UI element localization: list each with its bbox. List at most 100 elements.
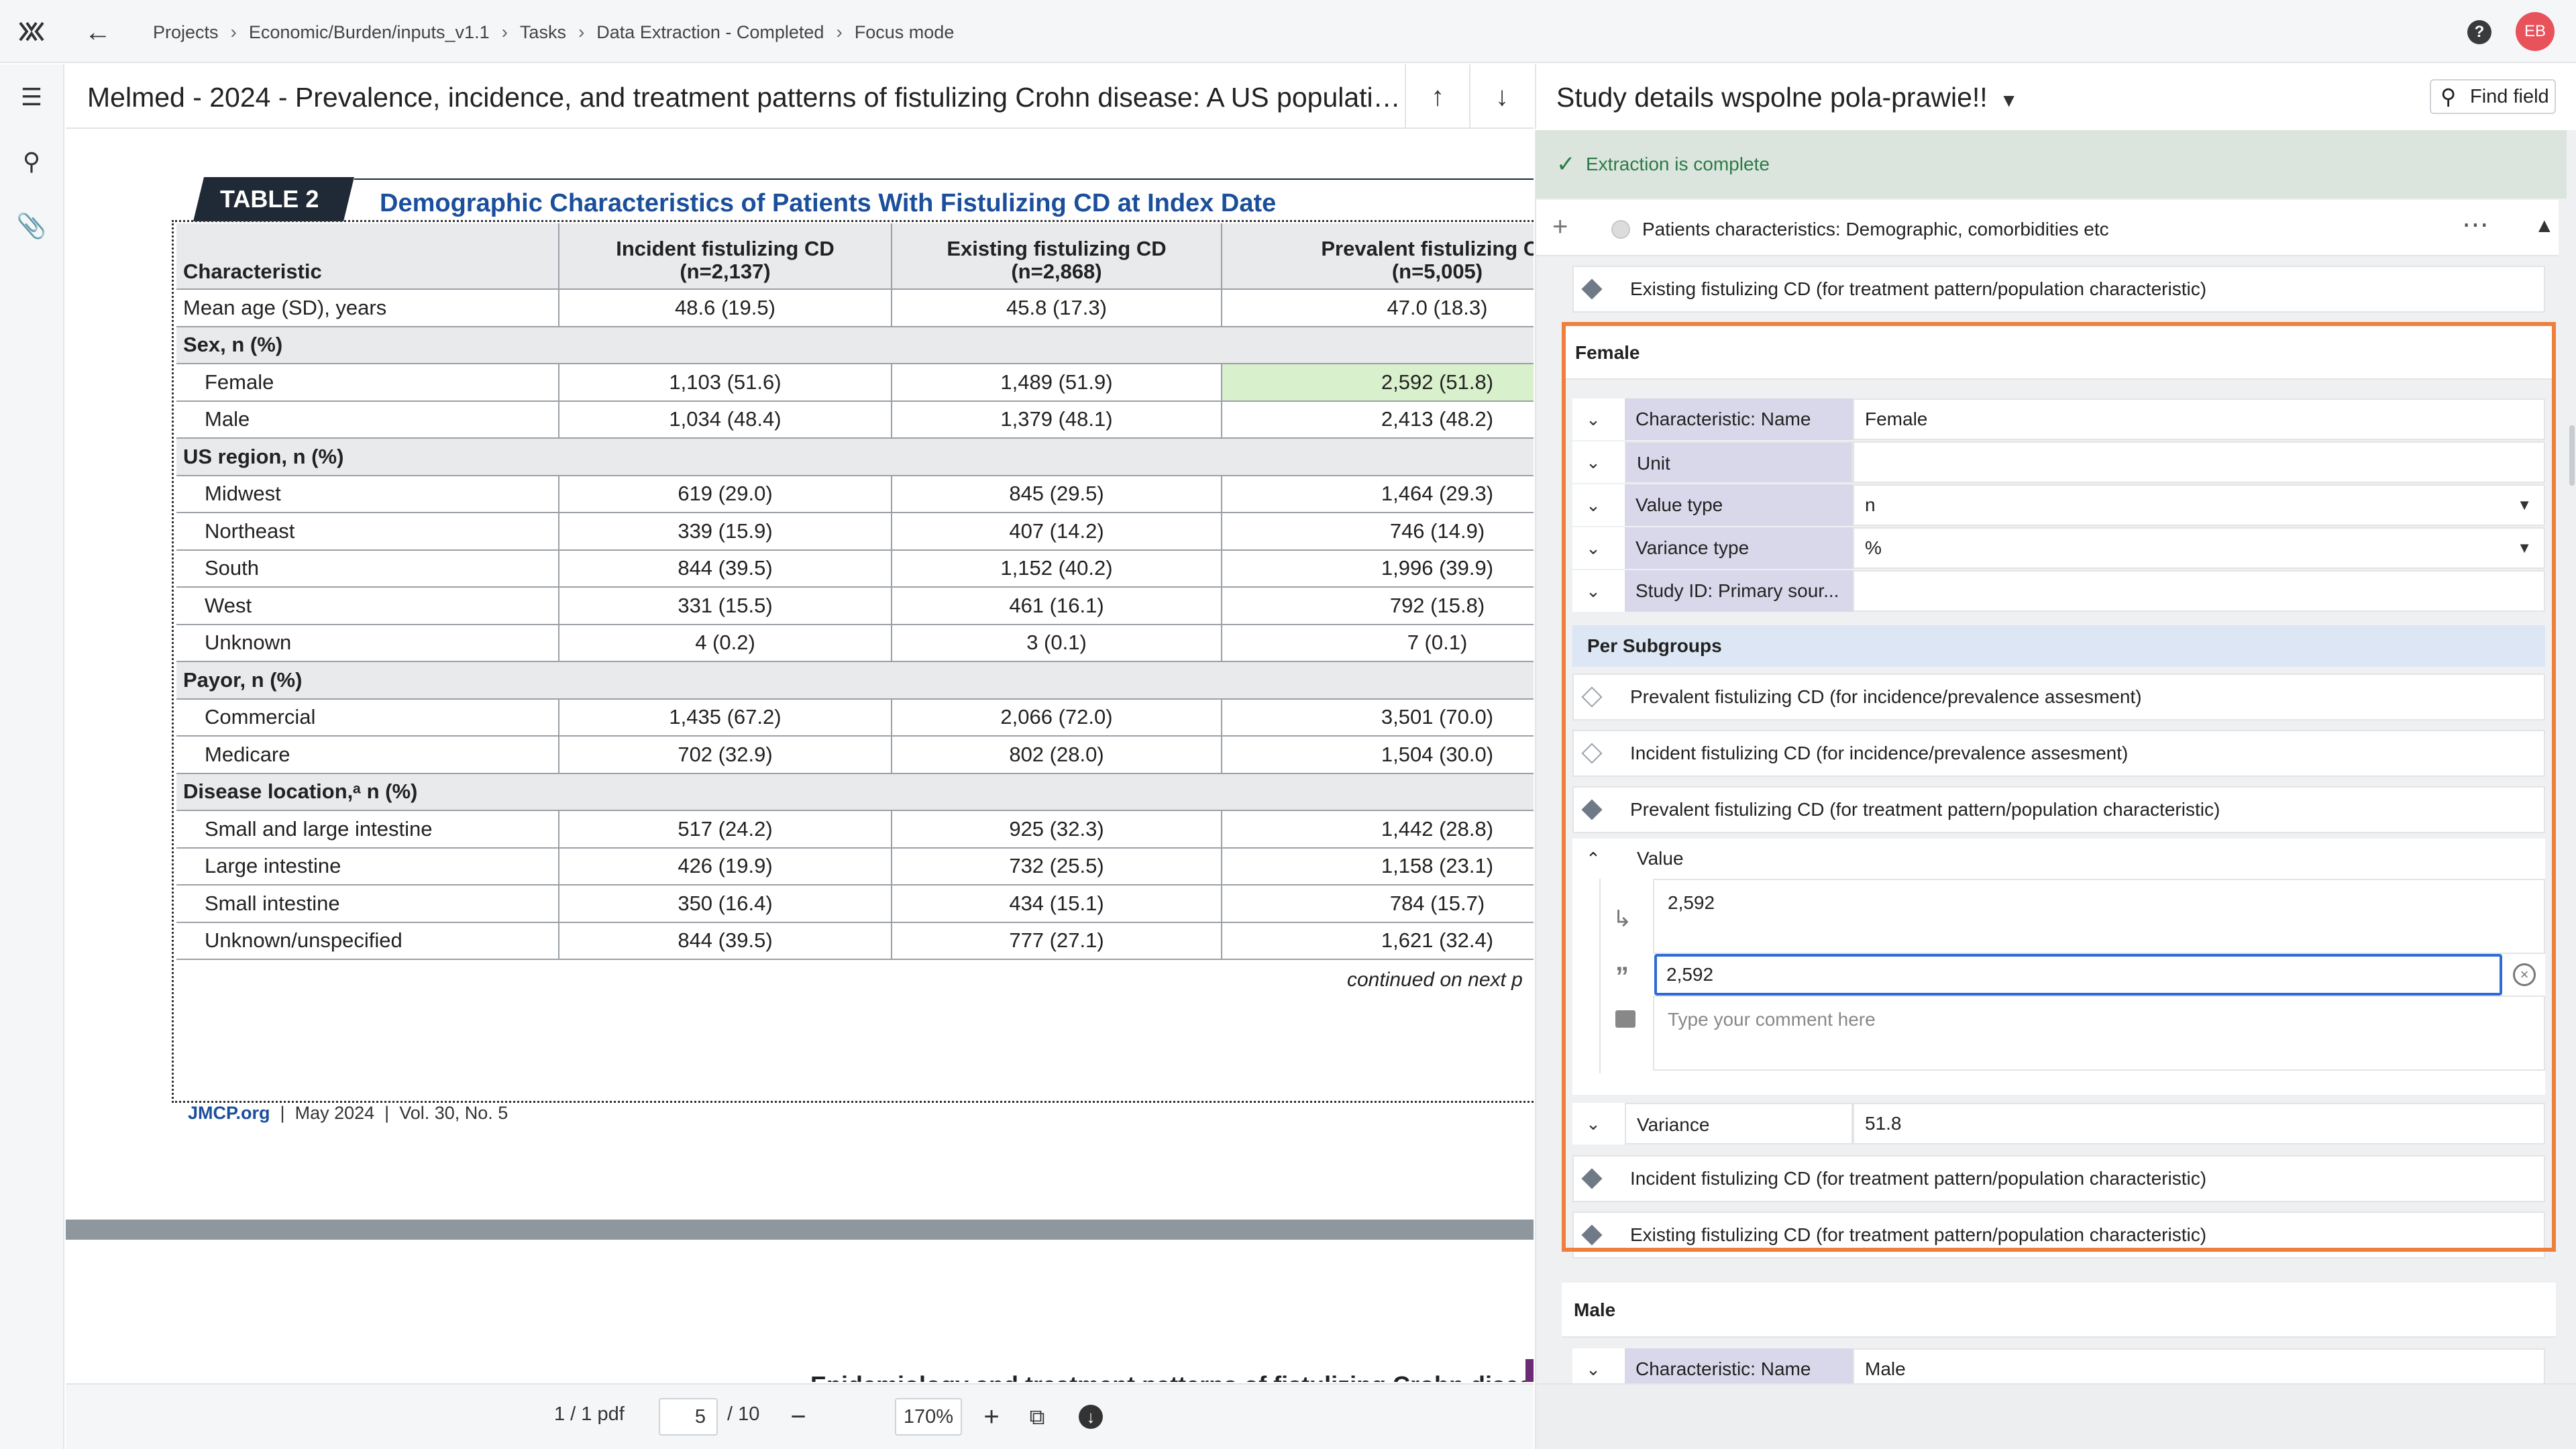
pdf-viewer[interactable]: TABLE 2 Demographic Characteristics of P… bbox=[66, 130, 1534, 1382]
list-icon[interactable]: ☰ bbox=[16, 82, 47, 113]
row-label: Mean age (SD), years bbox=[176, 289, 559, 327]
extraction-panel: ✓ Extraction is complete + Patients char… bbox=[1535, 130, 2576, 1449]
table-cell: 702 (32.9) bbox=[558, 736, 892, 774]
table-row: Medicare 702 (32.9) 802 (28.0) 1,504 (30.0) bbox=[176, 736, 1534, 774]
app-logo-icon[interactable] bbox=[16, 16, 47, 47]
table-cell: 777 (27.1) bbox=[891, 922, 1222, 960]
zoom-out-button[interactable]: − bbox=[780, 1398, 817, 1436]
row-group-label: US region, n (%) bbox=[176, 438, 1534, 476]
table-row: Small and large intestine 517 (24.2) 925 (… bbox=[176, 810, 1534, 849]
table-cell: 350 (16.4) bbox=[558, 885, 892, 923]
table-cell: 844 (39.5) bbox=[558, 922, 892, 960]
page-total: / 10 bbox=[727, 1403, 760, 1425]
table-cell: 2,413 (48.2) bbox=[1221, 400, 1534, 439]
table-cell: 1,504 (30.0) bbox=[1221, 736, 1534, 774]
row-label: Large intestine bbox=[176, 847, 559, 885]
panel-header: Study details wspolne pola-prawie!! ▼ ⚲ F… bbox=[1535, 64, 2576, 129]
left-rail: ☰ ⚲ 📎 ≡ bbox=[0, 64, 64, 1449]
breadcrumb-projects[interactable]: Projects bbox=[153, 22, 219, 43]
table-row: Female 1,103 (51.6) 1,489 (51.9) 2,592 (51.… bbox=[176, 364, 1534, 402]
paperclip-icon[interactable]: 📎 bbox=[16, 211, 47, 241]
column-header: Existing fistulizing CD (n=2,868) bbox=[891, 223, 1222, 290]
chevron-right-icon: › bbox=[230, 21, 237, 42]
plus-icon[interactable]: + bbox=[1552, 212, 1568, 242]
arrow-down-icon[interactable]: ↓ bbox=[1469, 64, 1534, 129]
table-cell: 1,996 (39.9) bbox=[1221, 549, 1534, 588]
table-cell: 784 (15.7) bbox=[1221, 885, 1534, 923]
footer-date: May 2024 bbox=[294, 1103, 375, 1123]
table-cell: 2,066 (72.0) bbox=[891, 698, 1222, 737]
table-row: Midwest 619 (29.0) 845 (29.5) 1,464 (29.3) bbox=[176, 475, 1534, 513]
check-icon: ✓ bbox=[1556, 152, 1576, 177]
table-label: TABLE 2 bbox=[193, 177, 354, 221]
table-cell: 732 (25.5) bbox=[891, 847, 1222, 885]
rotate-icon[interactable]: ⧉ bbox=[1018, 1398, 1056, 1436]
table-row: Sex, n (%) bbox=[176, 326, 1534, 364]
chevron-right-icon: › bbox=[578, 21, 585, 42]
user-avatar[interactable]: EB bbox=[2516, 12, 2555, 51]
breadcrumb-tasks[interactable]: Tasks bbox=[520, 22, 566, 43]
table-cell: 1,152 (40.2) bbox=[891, 549, 1222, 588]
status-banner: ✓ Extraction is complete bbox=[1536, 130, 2567, 199]
table-cell: 1,379 (48.1) bbox=[891, 400, 1222, 439]
breadcrumb-inputs[interactable]: Economic/Burden/inputs_v1.1 bbox=[249, 22, 490, 43]
breadcrumb-focus-mode: Focus mode bbox=[854, 21, 955, 42]
table-cell: 925 (32.3) bbox=[891, 810, 1222, 849]
table-cell: 3,501 (70.0) bbox=[1221, 698, 1534, 737]
table-row: Payor, n (%) bbox=[176, 661, 1534, 700]
pdf-toolbar: 1 / 1 pdf 5 / 10 − 170% + ⧉ ↓ bbox=[66, 1383, 1534, 1449]
table-cell: 47.0 (18.3) bbox=[1221, 289, 1534, 327]
card-title: Male bbox=[1562, 1283, 2556, 1338]
subgroup-item[interactable]: Existing fistulizing CD (for treatment p… bbox=[1572, 266, 2545, 313]
scrollbar[interactable] bbox=[2569, 425, 2575, 486]
table-cell: 339 (15.9) bbox=[558, 513, 892, 551]
table-row: Large intestine 426 (19.9) 732 (25.5) 1,158… bbox=[176, 847, 1534, 885]
row-label: South bbox=[176, 549, 559, 588]
page-number-input[interactable]: 5 bbox=[659, 1398, 718, 1436]
table-cell: 45.8 (17.3) bbox=[891, 289, 1222, 327]
panel-title[interactable]: Study details wspolne pola-prawie!! ▼ bbox=[1556, 82, 2018, 113]
row-label: Male bbox=[176, 400, 559, 439]
collapse-icon[interactable]: ▲ bbox=[2534, 215, 2555, 237]
row-label: Northeast bbox=[176, 513, 559, 551]
continued-note: continued on next p bbox=[1347, 969, 1523, 991]
table-row: US region, n (%) bbox=[176, 438, 1534, 476]
table-row: Mean age (SD), years 48.6 (19.5) 45.8 (17.… bbox=[176, 289, 1534, 327]
column-header: Incident fistulizing CD (n=2,137) bbox=[558, 223, 892, 290]
document-title: Melmed - 2024 - Prevalence, incidence, a… bbox=[87, 82, 1415, 113]
find-field-button[interactable]: ⚲ Find field bbox=[2430, 79, 2556, 114]
zoom-input[interactable]: 170% bbox=[895, 1398, 962, 1436]
breadcrumb-data-extraction[interactable]: Data Extraction - Completed bbox=[596, 22, 824, 43]
table-cell: 619 (29.0) bbox=[558, 475, 892, 513]
row-label: Midwest bbox=[176, 475, 559, 513]
table-cell: 2,592 (51.8) bbox=[1221, 364, 1534, 402]
row-label: Small intestine bbox=[176, 885, 559, 923]
download-icon[interactable]: ↓ bbox=[1079, 1405, 1103, 1429]
zoom-in-button[interactable]: + bbox=[973, 1398, 1010, 1436]
table-cell: 1,489 (51.9) bbox=[891, 364, 1222, 402]
arrow-up-icon[interactable]: ↑ bbox=[1405, 64, 1469, 129]
chevron-right-icon: › bbox=[501, 21, 508, 42]
table-rule bbox=[354, 178, 1534, 180]
search-icon[interactable]: ⚲ bbox=[16, 146, 47, 177]
more-options-icon[interactable]: ⋯ bbox=[2462, 209, 2490, 240]
table-cell: 1,621 (32.4) bbox=[1221, 922, 1534, 960]
table-cell: 1,034 (48.4) bbox=[558, 400, 892, 439]
row-label: Unknown bbox=[176, 624, 559, 662]
section-header[interactable]: + Patients characteristics: Demographic,… bbox=[1536, 200, 2559, 256]
table-row: Northeast 339 (15.9) 407 (14.2) 746 (14.9) bbox=[176, 513, 1534, 551]
back-arrow-icon[interactable]: ← bbox=[83, 17, 113, 47]
caret-down-icon[interactable]: ▼ bbox=[2000, 90, 2019, 111]
table-cell: 434 (15.1) bbox=[891, 885, 1222, 923]
row-label: Female bbox=[176, 364, 559, 402]
table-cell: 331 (15.5) bbox=[558, 587, 892, 625]
table-cell: 1,435 (67.2) bbox=[558, 698, 892, 737]
table-cell: 4 (0.2) bbox=[558, 624, 892, 662]
next-page-heading: Epidemiology and treatment patterns of f… bbox=[810, 1371, 1534, 1382]
table-cell: 1,103 (51.6) bbox=[558, 364, 892, 402]
table-selection-box: Characteristic Incident fistulizing CD (n… bbox=[172, 220, 1534, 1103]
footer-volume: Vol. 30, No. 5 bbox=[399, 1103, 508, 1123]
help-icon[interactable]: ? bbox=[2467, 20, 2491, 44]
footer-site: JMCP.org bbox=[188, 1103, 270, 1123]
table-cell: 3 (0.1) bbox=[891, 624, 1222, 662]
